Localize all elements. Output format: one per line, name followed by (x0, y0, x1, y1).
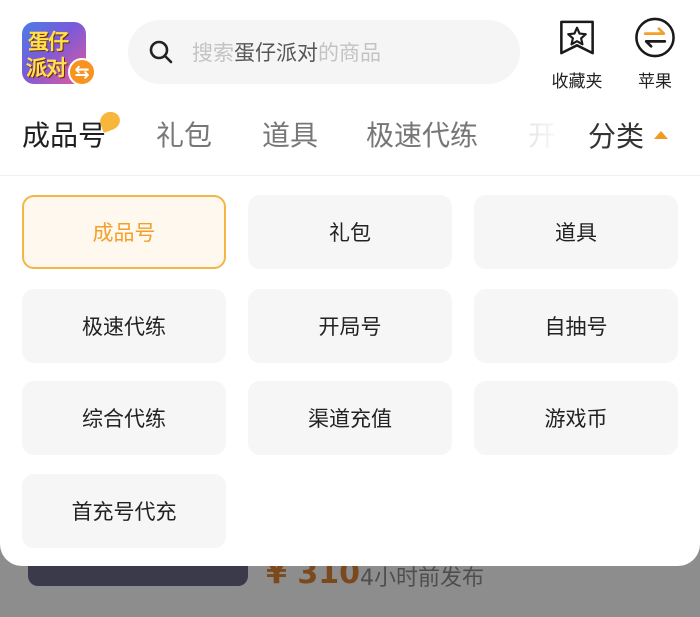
caret-up-icon (654, 131, 669, 139)
category-fast-leveling[interactable]: 极速代练 (22, 289, 226, 363)
tab-fast-leveling[interactable]: 极速代练 (366, 114, 478, 154)
search-placeholder: 搜索蛋仔派对的商品 (192, 37, 381, 67)
switch-arrows-icon (635, 17, 675, 58)
tab-gift-pack[interactable]: 礼包 (156, 114, 212, 154)
category-general-leveling[interactable]: 综合代练 (22, 381, 226, 455)
category-sheet: 蛋仔 派对 ⇆ 搜索蛋仔派对的商品 收藏夹 苹果 成品号 礼包 道具 极速代练 (0, 0, 700, 566)
switch-game-icon[interactable]: ⇆ (68, 58, 96, 86)
category-finished-account[interactable]: 成品号 (22, 195, 226, 269)
tab-finished-account[interactable]: 成品号 (22, 114, 106, 154)
placeholder-game: 蛋仔派对 (234, 41, 318, 65)
category-channel-topup[interactable]: 渠道充值 (248, 381, 452, 455)
placeholder-suffix: 的商品 (318, 41, 381, 65)
logo-text-line2: 派对 (26, 56, 67, 80)
platform-switch-button[interactable]: 苹果 (620, 16, 690, 92)
tab-items[interactable]: 道具 (262, 114, 318, 154)
category-gift-pack[interactable]: 礼包 (248, 195, 452, 269)
favorites-label: 收藏夹 (551, 72, 603, 92)
star-icon (560, 20, 594, 55)
placeholder-prefix: 搜索 (192, 41, 234, 65)
category-game-currency[interactable]: 游戏币 (474, 381, 678, 455)
category-first-topup[interactable]: 首充号代充 (22, 474, 226, 548)
search-icon (149, 40, 173, 64)
platform-label: 苹果 (638, 72, 672, 92)
divider (0, 175, 700, 176)
category-toggle-label: 分类 (588, 120, 645, 153)
category-tabs: 成品号 礼包 道具 极速代练 开 分类 (0, 104, 700, 166)
favorites-button[interactable]: 收藏夹 (542, 16, 612, 92)
category-items[interactable]: 道具 (474, 195, 678, 269)
category-starter-account[interactable]: 开局号 (248, 289, 452, 363)
category-toggle-button[interactable]: 分类 (576, 104, 700, 166)
category-self-draw-account[interactable]: 自抽号 (474, 289, 678, 363)
search-input[interactable]: 搜索蛋仔派对的商品 (128, 20, 520, 84)
